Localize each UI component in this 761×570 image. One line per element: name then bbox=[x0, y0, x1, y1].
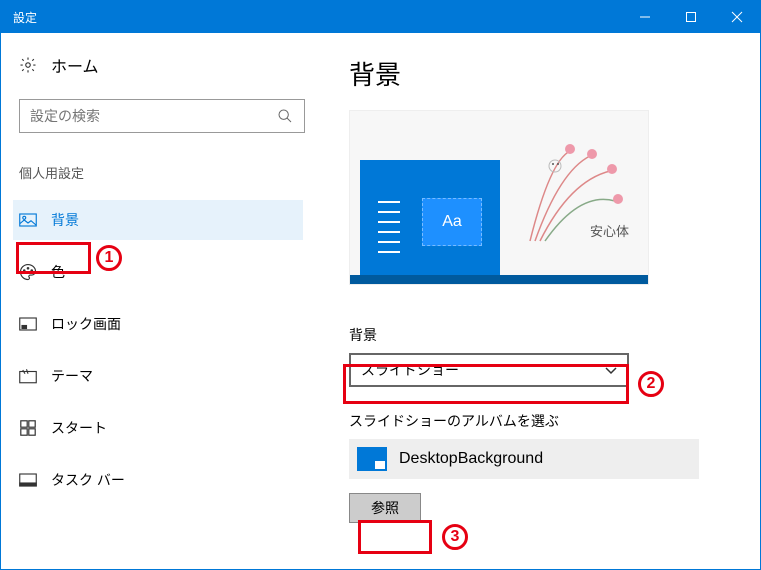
callout-1: 1 bbox=[96, 245, 122, 271]
page-title: 背景 bbox=[349, 55, 760, 92]
titlebar: 設定 bbox=[1, 1, 760, 33]
window-controls bbox=[622, 1, 760, 33]
preview-art-icon: 安心体 bbox=[500, 121, 640, 261]
folder-icon bbox=[357, 447, 387, 471]
nav-label: ロック画面 bbox=[51, 314, 121, 334]
section-header: 個人用設定 bbox=[19, 163, 303, 182]
nav-label: 色 bbox=[51, 262, 65, 282]
preview-taskbar bbox=[350, 275, 648, 284]
callout-2: 2 bbox=[638, 371, 664, 397]
home-label: ホーム bbox=[51, 53, 99, 77]
maximize-button[interactable] bbox=[668, 1, 714, 33]
nav-item-colors[interactable]: 色 bbox=[13, 252, 303, 292]
palette-icon bbox=[19, 263, 37, 281]
window-title: 設定 bbox=[13, 9, 622, 26]
preview-tile: Aa bbox=[422, 198, 482, 246]
nav-item-start[interactable]: スタート bbox=[13, 408, 303, 448]
album-label: スライドショーのアルバムを選ぶ bbox=[349, 411, 760, 431]
theme-icon bbox=[19, 367, 37, 385]
background-dropdown[interactable]: スライドショー bbox=[349, 353, 629, 387]
taskbar-icon bbox=[19, 471, 37, 489]
nav-label: スタート bbox=[51, 418, 107, 438]
picture-icon bbox=[19, 211, 37, 229]
callout-3: 3 bbox=[442, 524, 468, 550]
minimize-button[interactable] bbox=[622, 1, 668, 33]
browse-button[interactable]: 参照 bbox=[349, 493, 421, 523]
chevron-down-icon bbox=[605, 362, 617, 378]
home-link[interactable]: ホーム bbox=[19, 53, 303, 77]
nav-label: 背景 bbox=[51, 210, 79, 230]
svg-text:安心体: 安心体 bbox=[590, 224, 629, 239]
nav-label: タスク バー bbox=[51, 470, 125, 490]
dropdown-value: スライドショー bbox=[361, 360, 459, 380]
start-icon bbox=[19, 419, 37, 437]
lockscreen-icon bbox=[19, 315, 37, 333]
search-input[interactable] bbox=[30, 108, 276, 124]
close-button[interactable] bbox=[714, 1, 760, 33]
album-name: DesktopBackground bbox=[399, 450, 543, 468]
search-icon bbox=[276, 107, 294, 125]
nav-item-taskbar[interactable]: タスク バー bbox=[13, 460, 303, 500]
desktop-preview: 安心体 Aa bbox=[349, 110, 649, 285]
search-box[interactable] bbox=[19, 99, 305, 133]
nav-label: テーマ bbox=[51, 366, 93, 386]
nav-item-lockscreen[interactable]: ロック画面 bbox=[13, 304, 303, 344]
gear-icon bbox=[19, 56, 37, 74]
nav-item-themes[interactable]: テーマ bbox=[13, 356, 303, 396]
background-label: 背景 bbox=[349, 325, 760, 345]
sidebar: ホーム 個人用設定 背景 色 ロック画面 テーマ スタート タスク bbox=[1, 33, 321, 569]
album-item[interactable]: DesktopBackground bbox=[349, 439, 699, 479]
nav-item-background[interactable]: 背景 bbox=[13, 200, 303, 240]
main-panel: 背景 安心体 Aa 背景 スライドショー スライドショーのアルバムを選 bbox=[321, 33, 760, 569]
